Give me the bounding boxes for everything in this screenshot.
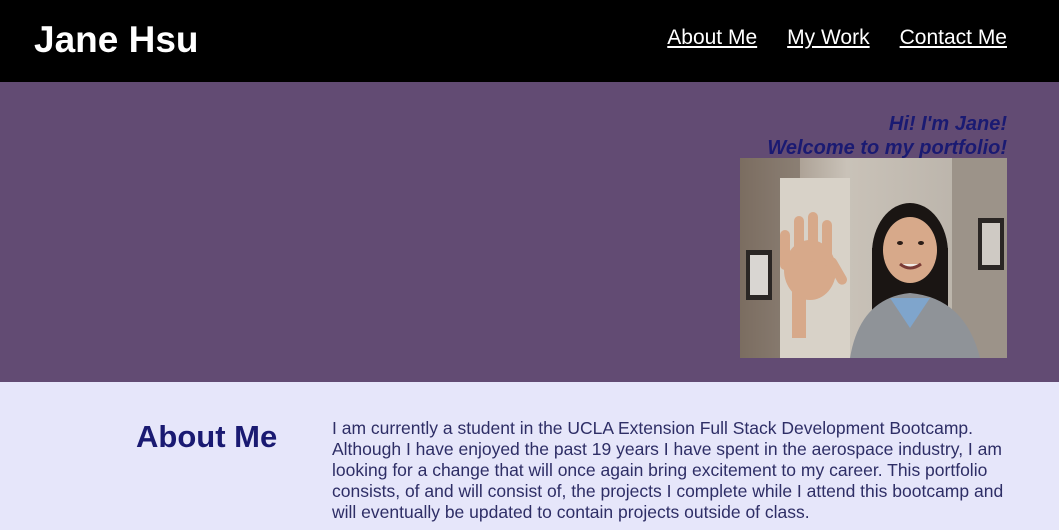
about-section: About Me I am currently a student in the… [0, 382, 1059, 530]
about-title: About Me [136, 419, 278, 454]
profile-photo [740, 158, 1007, 358]
nav-link-about-me[interactable]: About Me [667, 25, 757, 51]
nav-link-contact-me[interactable]: Contact Me [900, 25, 1007, 51]
greeting: Hi! I'm Jane! Welcome to my portfolio! [767, 112, 1007, 160]
greeting-line-1: Hi! I'm Jane! [888, 113, 1007, 135]
site-title: Jane Hsu [34, 19, 199, 60]
profile-photo-image [740, 158, 1007, 358]
hero-section: Hi! I'm Jane! Welcome to my portfolio! [0, 82, 1059, 382]
site-header: Jane Hsu About Me My Work Contact Me [0, 0, 1059, 82]
about-text: I am currently a student in the UCLA Ext… [332, 418, 1004, 522]
main-nav: About Me My Work Contact Me [667, 25, 1007, 51]
greeting-line-2: Welcome to my portfolio! [767, 137, 1007, 159]
nav-link-my-work[interactable]: My Work [787, 25, 869, 51]
